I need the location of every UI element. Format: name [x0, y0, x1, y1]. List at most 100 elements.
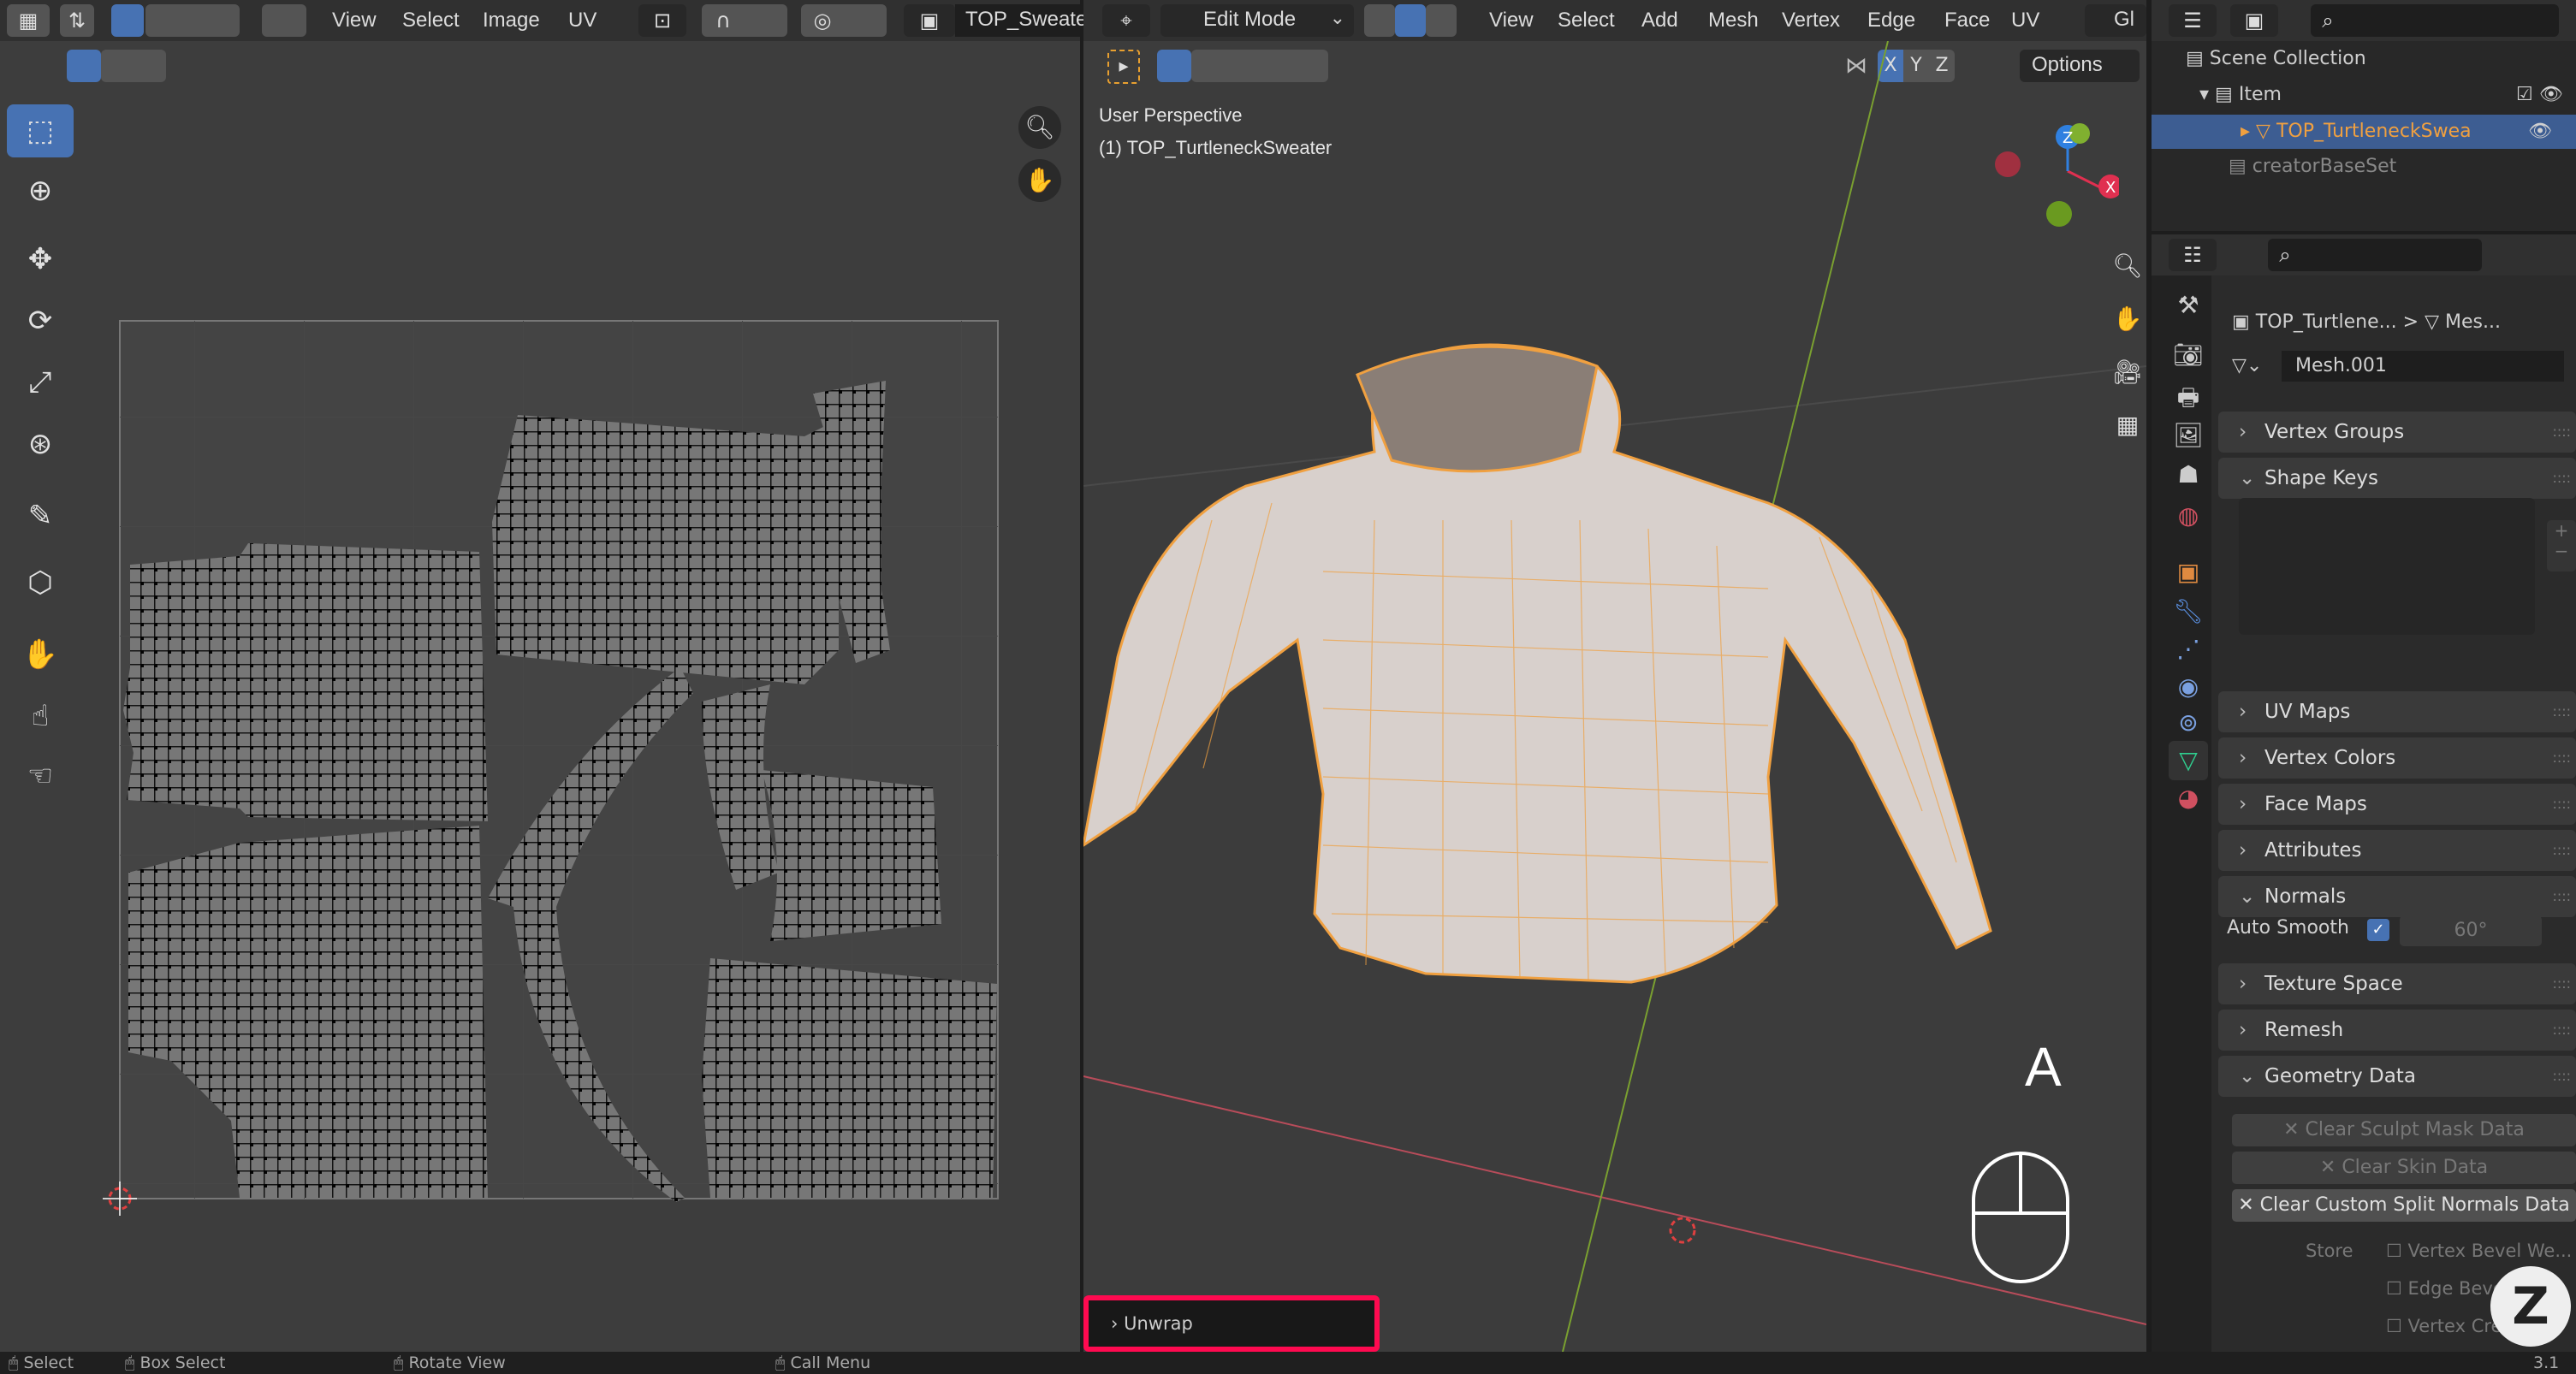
outliner-search[interactable]: ⌕ — [2311, 4, 2559, 37]
panel-vertex-colors[interactable]: › Vertex Colors:::: — [2218, 737, 2576, 779]
panel-shape-keys[interactable]: ⌄ Shape Keys:::: — [2218, 458, 2576, 499]
pivot-button[interactable]: ⊡ — [638, 4, 686, 37]
editor-type-button[interactable]: ☷ — [2169, 239, 2217, 271]
tool-cursor[interactable]: ⊕ — [7, 164, 74, 217]
panel-geometry-data[interactable]: ⌄ Geometry Data:::: — [2218, 1056, 2576, 1097]
navigation-gizmo[interactable]: ZX — [1991, 111, 2119, 231]
proportional-edit-button[interactable]: ◎ — [801, 4, 887, 37]
outliner-item-scene-collection[interactable]: ▤ Scene Collection — [2186, 48, 2366, 69]
clear-custom-split-normals-button[interactable]: ✕ Clear Custom Split Normals Data — [2232, 1189, 2576, 1222]
tool-transform[interactable]: ⊛ — [7, 418, 74, 471]
tool-select-box[interactable]: ⬚ — [7, 104, 74, 157]
pan-hand-icon[interactable]: ✋ — [1018, 159, 1061, 202]
pan-hand-icon[interactable]: ✋ — [2107, 305, 2148, 346]
store-vertex-bevel-weight[interactable]: ☐ Vertex Bevel We... — [2386, 1241, 2572, 1261]
uv-canvas[interactable] — [86, 308, 1027, 1241]
editor-type-button[interactable]: ⌖ — [1102, 4, 1150, 37]
tool-scale[interactable]: ⤢ — [7, 356, 74, 409]
image-name-field[interactable]: TOP_Sweate — [955, 4, 1087, 37]
outliner-item-creatorbaseset[interactable]: ▤ creatorBaseSet☐ 👁︎ — [2229, 156, 2396, 177]
sticky-select-button[interactable] — [262, 4, 306, 37]
auto-smooth-angle-field[interactable]: 60° — [2400, 915, 2542, 946]
modifier-tab-icon[interactable]: 🔧︎ — [2169, 592, 2208, 631]
menu-edge[interactable]: Edge — [1867, 9, 1915, 33]
menu-image[interactable]: Image — [483, 9, 540, 33]
menu-mesh[interactable]: Mesh — [1708, 9, 1759, 33]
physics-tab-icon[interactable]: ◉ — [2169, 667, 2208, 707]
display-mode-button[interactable]: ▣ — [2230, 4, 2278, 37]
scale-icon: ⤢ — [28, 365, 52, 400]
menu-uv[interactable]: UV — [568, 9, 597, 33]
add-remove-shape-key-buttons[interactable]: + − — [2547, 520, 2576, 572]
scene-tab-icon[interactable]: ☗ — [2169, 455, 2208, 495]
transform-orientation[interactable]: Gl — [2085, 4, 2146, 37]
panel-vertex-groups[interactable]: › Vertex Groups:::: — [2218, 412, 2576, 453]
sync-selection-button[interactable]: ⇅ — [60, 4, 94, 37]
3d-viewport[interactable]: ⌖ Edit Mode ⌄ View Select Add Mesh Vertex… — [1083, 0, 2146, 1352]
vertex-mode-button[interactable] — [1364, 4, 1395, 37]
face-mode-button[interactable] — [1426, 4, 1457, 37]
panel-normals[interactable]: ⌄ Normals:::: — [2218, 876, 2576, 917]
menu-select[interactable]: Select — [402, 9, 460, 33]
panel-uv-maps[interactable]: › UV Maps:::: — [2218, 691, 2576, 732]
panel-face-maps[interactable]: › Face Maps:::: — [2218, 784, 2576, 825]
tool-pinch[interactable]: ☜ — [7, 749, 74, 802]
clear-skin-data-button[interactable]: ✕ Clear Skin Data — [2232, 1152, 2576, 1184]
menu-add[interactable]: Add — [1641, 9, 1678, 33]
mode-dropdown[interactable]: Edit Mode ⌄ — [1160, 4, 1354, 37]
menu-vertex[interactable]: Vertex — [1782, 9, 1840, 33]
visibility-icons[interactable]: ☑ 👁︎ — [2516, 84, 2563, 105]
menu-view[interactable]: View — [332, 9, 377, 33]
menu-select[interactable]: Select — [1558, 9, 1615, 33]
mesh-data-tab-icon[interactable]: ▽ — [2169, 741, 2208, 780]
outliner[interactable]: ☰ ▣ ⌕ ▤ Scene Collection ▾ ▤ Item ☑ 👁︎ ▸ … — [2152, 0, 2576, 231]
render-tab-icon[interactable]: 📷︎ — [2169, 335, 2208, 375]
output-tab-icon[interactable]: 🖶︎ — [2169, 378, 2208, 418]
tool-move[interactable]: ✥ — [7, 233, 74, 286]
grid-perspective-icon[interactable]: ▦ — [2107, 411, 2148, 452]
constraints-tab-icon[interactable]: ⊚ — [2169, 703, 2208, 743]
tool-relax[interactable]: ☝ — [7, 690, 74, 743]
menu-face[interactable]: Face — [1944, 9, 1990, 33]
tool-grab[interactable]: ✋ — [7, 628, 74, 681]
snap-button[interactable]: ∩ — [702, 4, 787, 37]
mesh-browse-button[interactable]: ▽⌄ — [2232, 351, 2280, 382]
outliner-item-object[interactable]: ▸ ▽ TOP_TurtleneckSwea 👁︎ — [2152, 115, 2576, 149]
menu-view[interactable]: View — [1489, 9, 1534, 33]
clear-sculpt-mask-button[interactable]: ✕ Clear Sculpt Mask Data — [2232, 1114, 2576, 1146]
edge-mode-button[interactable] — [1395, 4, 1426, 37]
mesh-name-field[interactable]: Mesh.001 — [2282, 351, 2564, 382]
properties-search[interactable]: ⌕ — [2268, 239, 2482, 271]
zoom-icon[interactable]: 🔍︎ — [1018, 106, 1061, 149]
select-modes[interactable] — [145, 4, 240, 37]
panel-texture-space[interactable]: › Texture Space:::: — [2218, 963, 2576, 1004]
zoom-icon[interactable]: 🔍︎ — [2107, 252, 2148, 293]
shape-keys-list[interactable] — [2239, 498, 2535, 635]
eye-icon[interactable]: 👁︎ — [2528, 121, 2552, 142]
tool-annotate[interactable]: ✎ — [7, 489, 74, 542]
object-tab-icon[interactable]: ▣ — [2169, 553, 2208, 592]
vertex-select-mode[interactable] — [111, 4, 144, 37]
editor-type-button[interactable]: ☰ — [2169, 4, 2217, 37]
tool-rotate[interactable]: ⟳ — [7, 294, 74, 347]
world-tab-icon[interactable]: ◍ — [2169, 496, 2208, 536]
material-tab-icon[interactable]: ◕ — [2169, 779, 2208, 818]
panel-remesh[interactable]: › Remesh:::: — [2218, 1010, 2576, 1051]
select-extend-buttons[interactable] — [101, 50, 166, 82]
properties-editor[interactable]: ☷ ⌕ ⚒ 📷︎ 🖶︎ 🖼︎ ☗ ◍ ▣ 🔧︎ ⋰ ◉ ⊚ ▽ ◕ ▣ TOP_… — [2152, 234, 2576, 1352]
view-layer-tab-icon[interactable]: 🖼︎ — [2169, 416, 2208, 455]
particles-tab-icon[interactable]: ⋰ — [2169, 630, 2208, 669]
unwrap-operator-panel[interactable]: › Unwrap — [1083, 1295, 1380, 1352]
uv-editor[interactable]: ▦ ⇅ View Select Image UV ⊡ ∩ ◎ ▣ TOP_Swe… — [0, 0, 1087, 1352]
image-browse-button[interactable]: ▣ — [904, 4, 955, 37]
select-new-button[interactable] — [67, 50, 101, 82]
tool-tab-icon[interactable]: ⚒ — [2169, 286, 2208, 325]
tool-rip[interactable]: ⬡ — [7, 556, 74, 609]
panel-attributes[interactable]: › Attributes:::: — [2218, 830, 2576, 871]
auto-smooth-checkbox[interactable]: ✓ — [2367, 919, 2389, 941]
camera-icon[interactable]: 🎥︎ — [2107, 358, 2148, 399]
outliner-item-collection[interactable]: ▾ ▤ Item ☑ 👁︎ — [2199, 84, 2563, 105]
editor-type-button[interactable]: ▦ — [7, 4, 50, 37]
menu-uv[interactable]: UV — [2011, 9, 2039, 33]
drag-handle-icon[interactable]: :::: — [2552, 412, 2571, 453]
